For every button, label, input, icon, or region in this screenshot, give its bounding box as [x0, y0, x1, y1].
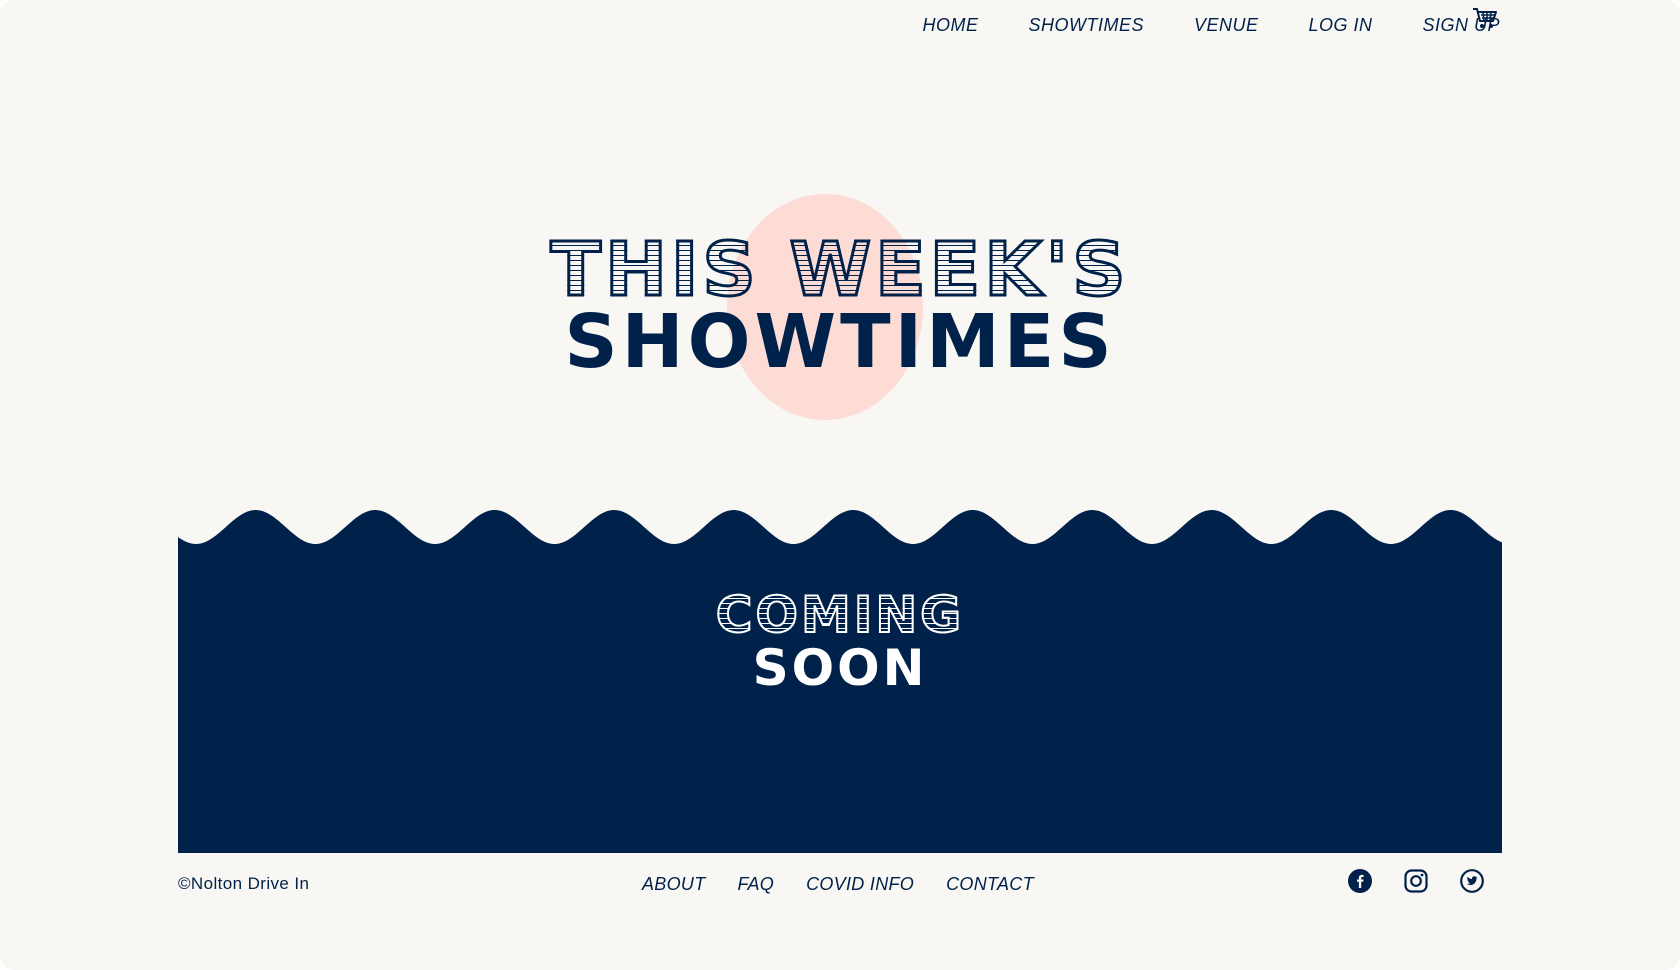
hero-title-line1: THIS WEEK'S — [0, 229, 1680, 312]
nav-showtimes-link[interactable]: SHOWTIMES — [1028, 15, 1144, 36]
wave-decoration — [178, 510, 1502, 550]
footer-about-link[interactable]: ABOUT — [642, 874, 706, 895]
footer-covid-info-link[interactable]: COVID INFO — [806, 874, 914, 895]
hero-section: THIS WEEK'S SHOWTIMES — [0, 180, 1680, 430]
footer-contact-link[interactable]: CONTACT — [946, 874, 1034, 895]
nav-login-link[interactable]: LOG IN — [1308, 15, 1372, 36]
twitter-icon[interactable] — [1460, 869, 1484, 893]
copyright-text: ©Nolton Drive In — [178, 874, 310, 893]
soon-text: SOON — [752, 639, 928, 697]
footer-nav: ABOUT FAQ COVID INFO CONTACT — [642, 874, 1066, 895]
coming-soon-section: COMING SOON — [178, 508, 1502, 853]
top-nav: HOME SHOWTIMES VENUE LOG IN SIGN UP — [922, 8, 1500, 42]
coming-text: COMING — [178, 587, 1502, 643]
page: HOME SHOWTIMES VENUE LOG IN SIGN UP THIS… — [0, 0, 1680, 970]
social-links — [1348, 869, 1484, 893]
shopping-cart-icon[interactable] — [1472, 6, 1498, 30]
nav-home-link[interactable]: HOME — [922, 15, 978, 36]
facebook-icon[interactable] — [1348, 869, 1372, 893]
instagram-icon[interactable] — [1404, 869, 1428, 893]
footer-faq-link[interactable]: FAQ — [738, 874, 775, 895]
nav-venue-link[interactable]: VENUE — [1194, 15, 1259, 36]
hero-title-line2: SHOWTIMES — [564, 299, 1116, 385]
